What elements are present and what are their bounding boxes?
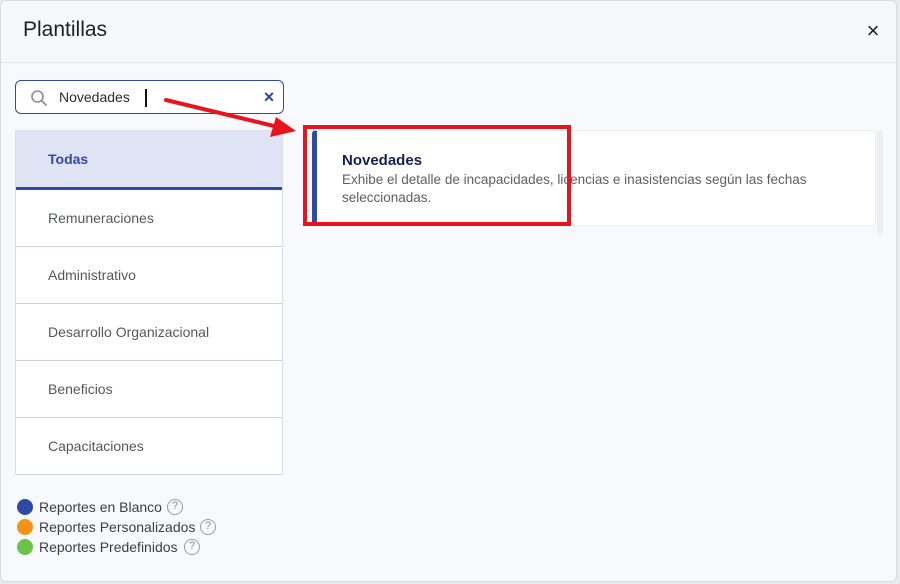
- category-label: Todas: [48, 151, 89, 167]
- category-label: Beneficios: [48, 381, 113, 397]
- template-card-novedades[interactable]: Novedades Exhibe el detalle de incapacid…: [312, 130, 876, 226]
- blue-dot-icon: [17, 499, 33, 515]
- orange-dot-icon: [17, 519, 33, 535]
- search-box[interactable]: ×: [15, 80, 284, 114]
- template-card-title: Novedades: [342, 152, 423, 169]
- templates-modal: Plantillas × × Todas Remuneraciones Admi…: [0, 0, 897, 582]
- template-card-description: Exhibe el detalle de incapacidades, lice…: [342, 172, 807, 205]
- legend-label: Reportes en Blanco: [39, 499, 162, 515]
- help-icon[interactable]: ?: [200, 519, 216, 535]
- legend-label: Reportes Personalizados: [39, 519, 196, 535]
- category-item-beneficios[interactable]: Beneficios: [16, 361, 282, 418]
- results-scrollbar[interactable]: [877, 130, 883, 235]
- search-icon: [31, 90, 47, 106]
- modal-header: Plantillas ×: [1, 1, 896, 63]
- clear-search-icon[interactable]: ×: [259, 86, 279, 108]
- category-item-desarrollo-organizacional[interactable]: Desarrollo Organizacional: [16, 304, 282, 361]
- category-list: Todas Remuneraciones Administrativo Desa…: [15, 130, 283, 475]
- category-label: Desarrollo Organizacional: [48, 324, 210, 340]
- search-input[interactable]: [59, 87, 249, 107]
- close-icon[interactable]: ×: [861, 19, 885, 43]
- help-icon[interactable]: ?: [167, 499, 183, 515]
- category-label: Remuneraciones: [48, 210, 154, 226]
- green-dot-icon: [17, 539, 33, 555]
- category-item-capacitaciones[interactable]: Capacitaciones: [16, 418, 282, 475]
- category-item-administrativo[interactable]: Administrativo: [16, 247, 282, 304]
- category-item-todas[interactable]: Todas: [16, 131, 282, 190]
- modal-title: Plantillas: [23, 18, 108, 41]
- category-label: Capacitaciones: [48, 438, 144, 454]
- help-icon[interactable]: ?: [184, 539, 200, 555]
- text-caret: [145, 89, 147, 107]
- category-label: Administrativo: [48, 267, 136, 283]
- category-item-remuneraciones[interactable]: Remuneraciones: [16, 190, 282, 247]
- legend-label: Reportes Predefinidos: [39, 539, 178, 555]
